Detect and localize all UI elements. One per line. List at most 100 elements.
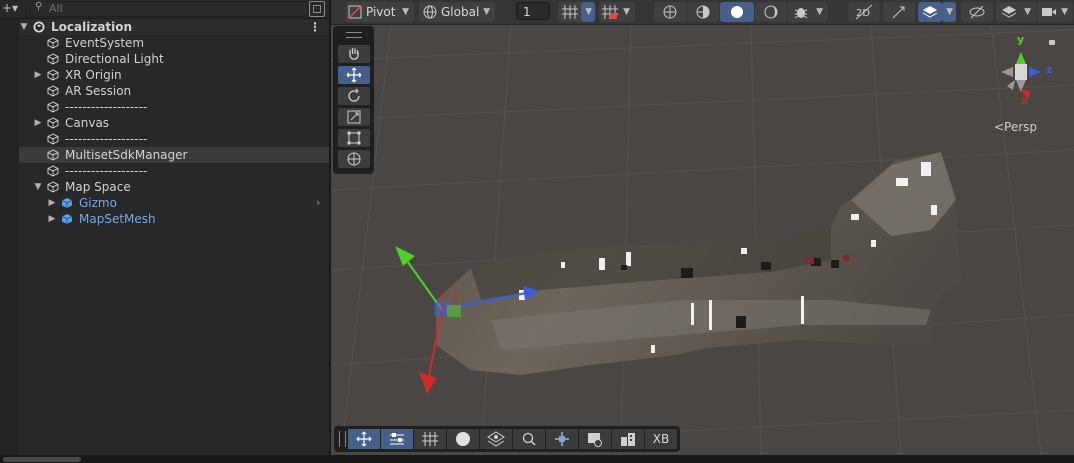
camera-preview-icon [588, 433, 602, 447]
hierarchy-options-icon[interactable] [309, 1, 325, 17]
gizmo-lock-icon[interactable] [1049, 40, 1055, 45]
hierarchy-item-multisetsdkmanager[interactable]: MultisetSdkManager [19, 147, 329, 163]
overlay-xb-button[interactable]: XB [645, 429, 677, 449]
overlay-search-button[interactable] [513, 429, 545, 449]
prefab-cube-icon [61, 198, 73, 208]
collapsed-arrow-icon[interactable]: ▶ [47, 195, 57, 211]
chevron-down-icon: ▼ [1061, 7, 1068, 17]
hierarchy-item-label: ------------------- [65, 132, 148, 146]
grid-size-field[interactable]: 1 [516, 2, 550, 20]
overlay-grid-button[interactable] [414, 429, 446, 449]
increment-snap-button[interactable]: ▼ [599, 2, 635, 22]
hierarchy-item-mapsetmesh[interactable]: ▶ MapSetMesh [19, 211, 329, 227]
orientation-gizmo[interactable] [1001, 52, 1041, 100]
scale-tool-button[interactable] [338, 108, 370, 126]
overlay-sphere-button[interactable] [447, 429, 479, 449]
chevron-down-icon: ▼ [483, 7, 490, 17]
shading-unlit-button[interactable] [755, 2, 787, 22]
scene-lighting-toggle[interactable] [883, 2, 915, 22]
shading-shaded-button[interactable] [720, 2, 754, 22]
move-tool-button[interactable] [338, 66, 370, 84]
expanded-arrow-icon[interactable]: ▼ [19, 19, 29, 35]
collapsed-arrow-icon[interactable]: ▶ [47, 211, 57, 227]
2d-toggle-button[interactable]: 2D [848, 2, 880, 22]
gameobject-cube-icon [47, 181, 59, 193]
prefab-open-arrow-icon[interactable]: › [316, 196, 320, 209]
increment-snap-icon [602, 5, 618, 19]
scene-effects-dropdown[interactable]: ▼ [942, 2, 956, 22]
overlay-camera-button[interactable] [579, 429, 611, 449]
move-arrows-icon [346, 67, 362, 83]
expanded-arrow-icon[interactable]: ▼ [33, 179, 43, 195]
hierarchy-item-separator[interactable]: ------------------- [19, 131, 329, 147]
pivot-dropdown[interactable]: Pivot ▼ [345, 2, 414, 22]
hierarchy-item-label: Gizmo [79, 196, 117, 210]
overlay-grip[interactable] [346, 32, 362, 38]
overlay-building-button[interactable] [612, 429, 644, 449]
hierarchy-item-label: XR Origin [65, 68, 122, 82]
collapsed-arrow-icon[interactable]: ▶ [33, 115, 43, 131]
hierarchy-item-canvas[interactable]: ▶ Canvas [19, 115, 329, 131]
gameobject-cube-icon [47, 53, 59, 65]
debug-draw-mode-dropdown[interactable]: ▼ [788, 2, 828, 22]
layers-icon [922, 6, 938, 18]
tools-overlay [333, 26, 374, 174]
horizontal-scrollbar[interactable] [0, 455, 1074, 463]
hierarchy-item-gizmo[interactable]: ▶ Gizmo [19, 195, 329, 211]
hierarchy-item-label: ------------------- [65, 164, 148, 178]
hierarchy-item-directional-light[interactable]: Directional Light [19, 51, 329, 67]
hierarchy-search-input[interactable]: ⚲ All [30, 1, 308, 17]
overlay-move-button[interactable] [348, 429, 380, 449]
perspective-label[interactable]: <Persp [994, 120, 1037, 134]
rotate-tool-button[interactable] [338, 87, 370, 105]
hand-tool-button[interactable] [338, 45, 370, 63]
scene-view[interactable]: y z x <Persp Pivot ▼ Global ▼ 1 ▼ ▼ ▼ ▼ … [331, 0, 1074, 455]
gameobject-cube-icon [47, 133, 59, 145]
hierarchy-item-label: AR Session [65, 84, 132, 98]
xb-label: XB [652, 432, 670, 446]
scene-row[interactable]: ▼ Localization ⋮ [19, 19, 329, 35]
chevron-down-icon: ▼ [946, 7, 953, 17]
overlay-toolbar: XB [334, 426, 680, 452]
search-icon: ⚲ [35, 1, 43, 12]
shaded-sphere-icon [731, 6, 743, 18]
gameobject-cube-icon [47, 101, 59, 113]
hierarchy-item-ar-session[interactable]: AR Session [19, 83, 329, 99]
scene-camera-dropdown[interactable]: ▼ [1037, 2, 1073, 22]
scene-effects-toggle[interactable] [918, 2, 942, 22]
prefab-cube-icon [61, 214, 73, 224]
hierarchy-item-eventsystem[interactable]: EventSystem [19, 35, 329, 51]
rect-tool-button[interactable] [338, 129, 370, 147]
scrollbar-thumb[interactable] [3, 457, 81, 462]
scene-name: Localization [51, 20, 133, 34]
hierarchy-item-label: MapSetMesh [79, 212, 156, 226]
2d-mode-icon: 2D [856, 5, 872, 19]
overlay-settings-button[interactable] [381, 429, 413, 449]
hierarchy-item-separator[interactable]: ------------------- [19, 163, 329, 179]
scene-menu-icon[interactable]: ⋮ [309, 19, 321, 35]
gizmo-y-label: y [1017, 33, 1025, 46]
mapset-mesh[interactable] [436, 152, 961, 375]
building-icon [621, 433, 635, 446]
shading-wireframe-button[interactable] [654, 2, 686, 22]
chevron-down-icon: ▼ [623, 7, 630, 17]
overlay-tile-palette-button[interactable] [546, 429, 578, 449]
hierarchy-item-map-space[interactable]: ▼ Map Space [19, 179, 329, 195]
scene-visibility-toggle[interactable] [961, 2, 993, 22]
add-object-button[interactable]: +▾ [2, 1, 20, 16]
global-dropdown[interactable]: Global ▼ [419, 2, 495, 22]
transform-tool-button[interactable] [338, 150, 370, 168]
render-layers-dropdown[interactable]: ▼ [996, 2, 1036, 22]
unity-scene-icon [33, 21, 45, 33]
scene-viewport[interactable] [331, 0, 1074, 455]
scene-grid [331, 23, 1074, 455]
search-icon [522, 432, 536, 446]
overlay-navmesh-button[interactable] [480, 429, 512, 449]
collapsed-arrow-icon[interactable]: ▶ [33, 67, 43, 83]
gameobject-cube-icon [47, 117, 59, 129]
overlay-grip[interactable] [339, 431, 346, 447]
hierarchy-item-separator[interactable]: ------------------- [19, 99, 329, 115]
shading-shaded-wireframe-button[interactable] [687, 2, 719, 22]
hierarchy-item-xr-origin[interactable]: ▶ XR Origin [19, 67, 329, 83]
grid-snap-dropdown[interactable]: ▼ [581, 2, 595, 22]
